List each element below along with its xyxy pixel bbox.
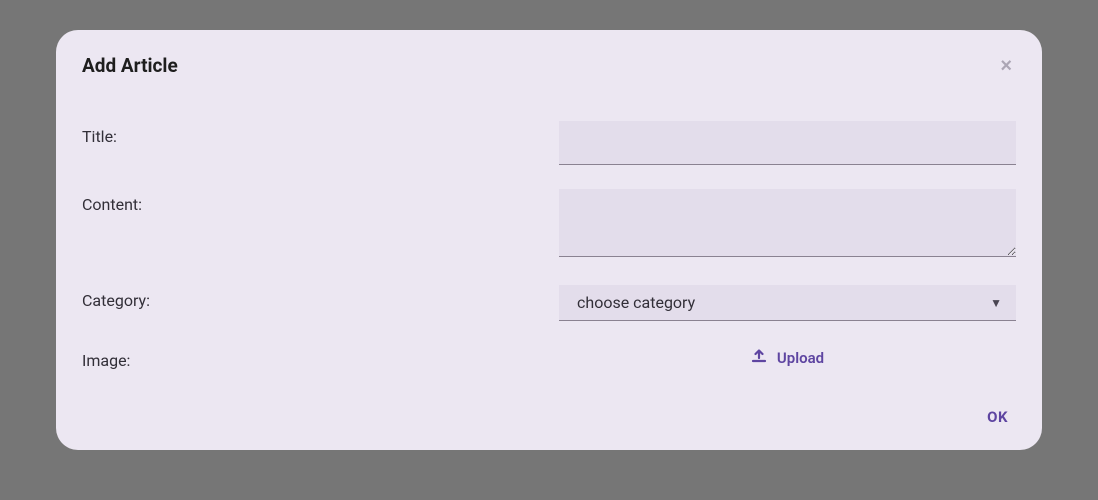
- close-icon: ×: [1000, 55, 1012, 77]
- add-article-dialog: Add Article × Title: Content: Category: …: [56, 30, 1042, 450]
- dialog-header: Add Article ×: [82, 54, 1016, 77]
- form-row-image: Image: Upload: [82, 345, 1016, 370]
- category-label: Category:: [82, 285, 559, 310]
- form-row-content: Content:: [82, 189, 1016, 261]
- content-label: Content:: [82, 189, 559, 214]
- title-input[interactable]: [559, 121, 1016, 165]
- ok-button[interactable]: OK: [987, 408, 1008, 426]
- upload-icon: [751, 349, 767, 367]
- image-label: Image:: [82, 345, 559, 370]
- content-field-wrapper: [559, 189, 1016, 261]
- title-label: Title:: [82, 121, 559, 146]
- category-select[interactable]: choose category: [559, 285, 1016, 321]
- upload-label: Upload: [777, 349, 824, 367]
- dialog-title: Add Article: [82, 54, 178, 77]
- category-select-wrapper: choose category ▼: [559, 285, 1016, 321]
- form-row-title: Title:: [82, 121, 1016, 165]
- upload-wrapper: Upload: [559, 345, 1016, 367]
- form-row-category: Category: choose category ▼: [82, 285, 1016, 321]
- close-button[interactable]: ×: [996, 56, 1016, 76]
- image-field-wrapper: Upload: [559, 345, 1016, 367]
- dialog-footer: OK: [987, 407, 1008, 426]
- title-field-wrapper: [559, 121, 1016, 165]
- upload-button[interactable]: Upload: [751, 349, 824, 367]
- category-field-wrapper: choose category ▼: [559, 285, 1016, 321]
- content-textarea[interactable]: [559, 189, 1016, 257]
